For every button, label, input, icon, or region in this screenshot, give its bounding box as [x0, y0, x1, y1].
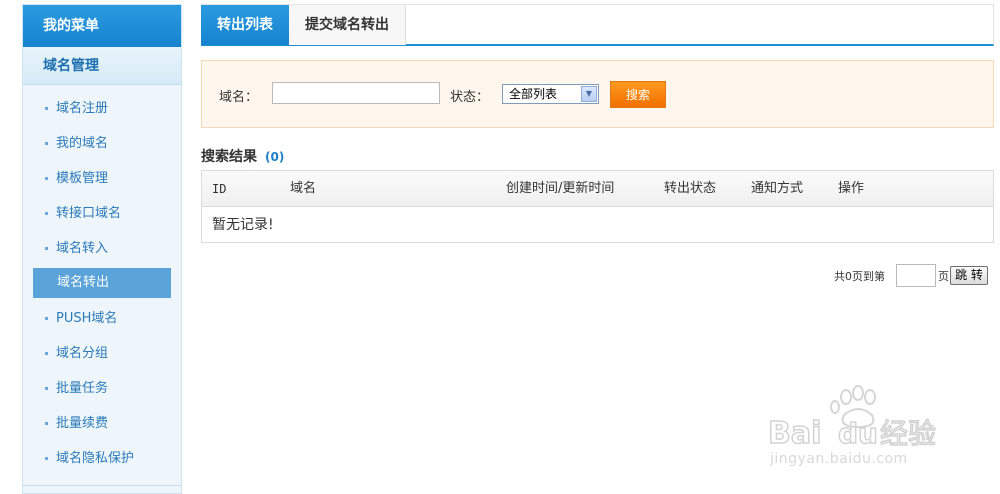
- sidebar-item-label: 批量续费: [56, 416, 109, 431]
- chevron-down-icon[interactable]: ▼: [581, 86, 597, 102]
- sidebar-item-domain-transfer-out[interactable]: 域名转出: [33, 268, 171, 298]
- sidebar-item-label: 域名注册: [56, 101, 109, 116]
- sidebar-item-privacy-protection[interactable]: 域名隐私保护: [23, 441, 181, 476]
- sidebar-divider: [23, 485, 181, 493]
- bullet-icon: [45, 107, 48, 110]
- sidebar-item-batch-tasks[interactable]: 批量任务: [23, 371, 181, 406]
- pagination-prefix: 共0页到第: [834, 270, 885, 283]
- jump-button[interactable]: 跳 转: [950, 266, 988, 285]
- sidebar-item-template-management[interactable]: 模板管理: [23, 161, 181, 196]
- tab-bar: 转出列表 提交域名转出: [201, 4, 994, 46]
- column-domain: 域名: [290, 181, 317, 196]
- bullet-icon: [45, 352, 48, 355]
- sidebar-item-domain-group[interactable]: 域名分组: [23, 336, 181, 371]
- sidebar-item-label: 域名分组: [56, 346, 109, 361]
- results-table: ID 域名 创建时间/更新时间 转出状态 通知方式 操作 暂无记录!: [201, 170, 994, 243]
- sidebar-menu: 域名注册 我的域名 模板管理 转接口域名 域名转入 域名转出 PUSH域名 域名…: [23, 85, 181, 476]
- svg-text:du: du: [838, 417, 878, 450]
- column-transfer-status: 转出状态: [664, 181, 717, 196]
- baidu-jingyan-watermark: Bai du 经验 jingyan.baidu.com: [767, 385, 948, 480]
- bullet-icon: [45, 457, 48, 460]
- sidebar-item-label: 我的域名: [56, 136, 109, 151]
- svg-text:经验: 经验: [880, 417, 936, 450]
- sidebar-item-domain-transfer-in[interactable]: 域名转入: [23, 231, 181, 266]
- watermark-logo-text: Bai: [768, 416, 821, 451]
- bullet-icon: [45, 422, 48, 425]
- bullet-icon: [45, 142, 48, 145]
- sidebar-item-batch-renewal[interactable]: 批量续费: [23, 406, 181, 441]
- results-count: (0): [265, 150, 285, 164]
- status-select[interactable]: 全部列表 ▼: [502, 84, 599, 104]
- bullet-icon: [45, 247, 48, 250]
- sidebar-item-label: 域名转入: [56, 241, 109, 256]
- domain-input[interactable]: [272, 82, 440, 104]
- status-selected-value: 全部列表: [509, 87, 558, 101]
- bullet-icon: [45, 212, 48, 215]
- sidebar-title: 我的菜单: [23, 5, 181, 47]
- column-id: ID: [212, 182, 227, 196]
- search-button[interactable]: 搜索: [610, 81, 666, 108]
- bullet-icon: [45, 317, 48, 320]
- empty-message: 暂无记录!: [212, 217, 274, 233]
- column-notify-method: 通知方式: [751, 181, 804, 196]
- results-label: 搜索结果: [201, 149, 257, 165]
- domain-label: 域名：: [219, 90, 259, 105]
- table-header: ID 域名 创建时间/更新时间 转出状态 通知方式 操作: [202, 171, 993, 207]
- sidebar-item-push-domain[interactable]: PUSH域名: [23, 301, 181, 336]
- sidebar-item-label: 模板管理: [56, 171, 109, 186]
- status-label: 状态：: [450, 90, 490, 105]
- sidebar-item-my-domains[interactable]: 我的域名: [23, 126, 181, 161]
- pagination: 共0页到第 页 跳 转: [834, 264, 994, 287]
- bullet-icon: [45, 387, 48, 390]
- results-title: 搜索结果 (0): [201, 146, 284, 166]
- sidebar-item-label: 批量任务: [56, 381, 109, 396]
- bullet-icon: [45, 177, 48, 180]
- pagination-suffix: 页: [938, 270, 949, 283]
- sidebar-item-label: 域名隐私保护: [56, 451, 135, 466]
- sidebar-item-label: 域名转出: [57, 275, 110, 290]
- tab-submit-transfer-out[interactable]: 提交域名转出: [289, 5, 406, 45]
- page-number-input[interactable]: [896, 264, 936, 287]
- column-created-updated: 创建时间/更新时间: [506, 181, 615, 196]
- column-actions: 操作: [838, 181, 865, 196]
- sidebar-item-label: PUSH域名: [56, 311, 118, 326]
- sidebar-item-label: 转接口域名: [56, 206, 122, 221]
- sidebar-item-interface-domain[interactable]: 转接口域名: [23, 196, 181, 231]
- search-panel: 域名： 状态： 全部列表 ▼ 搜索: [201, 60, 994, 128]
- sidebar-section-domain-management[interactable]: 域名管理: [23, 47, 181, 85]
- watermark-url: jingyan.baidu.com: [770, 451, 908, 467]
- sidebar-item-domain-register[interactable]: 域名注册: [23, 91, 181, 126]
- tab-transfer-out-list[interactable]: 转出列表: [201, 5, 289, 45]
- sidebar: 我的菜单 域名管理 域名注册 我的域名 模板管理 转接口域名 域名转入 域名转出…: [22, 4, 182, 494]
